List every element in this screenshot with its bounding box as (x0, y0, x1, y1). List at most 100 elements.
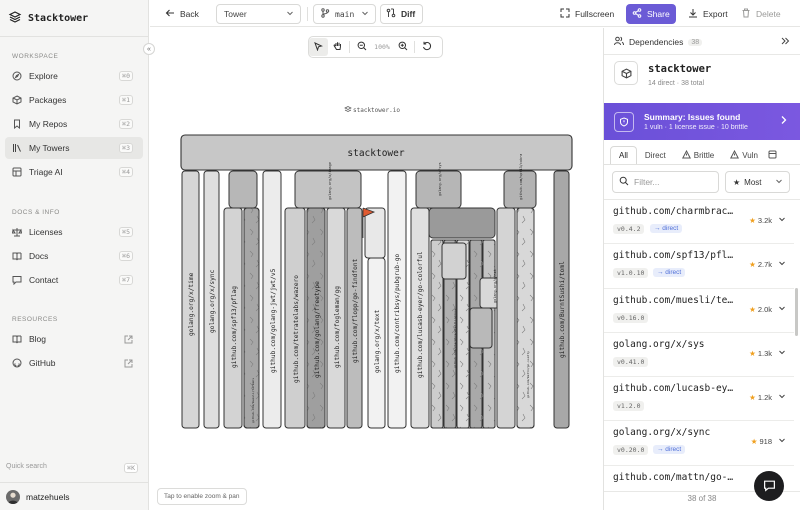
brand-name: Stacktower (28, 12, 89, 24)
star-count: ★ 2.7k (749, 260, 772, 269)
star-icon: ★ (749, 304, 756, 314)
collapse-panel-button[interactable] (780, 36, 790, 48)
block-lipgloss[interactable] (441, 242, 467, 280)
branch-value: main (335, 9, 355, 19)
back-button[interactable]: Back (160, 4, 204, 24)
sidebar-item-contact[interactable]: Contact ⌘7 (5, 269, 143, 291)
chevron-down-icon[interactable] (778, 259, 786, 269)
direct-badge: → direct (653, 445, 686, 455)
dependency-name: github.com/spf13/pflag (613, 250, 738, 262)
chevron-down-icon[interactable] (778, 304, 786, 314)
issues-summary-banner[interactable]: Summary: Issues found 1 vuln · 1 license… (604, 103, 800, 140)
git-branch-icon (320, 8, 330, 20)
share-icon (632, 8, 642, 20)
sidebar-item-label: Licenses (29, 227, 63, 237)
list-item[interactable]: github.com/muesli/termenv v0.16.0 ★2.0k (604, 289, 794, 333)
label-lipgloss: github.com/charmbracelet/lipgloss (453, 308, 457, 368)
sidebar-item-label: Explore (29, 71, 58, 81)
watermark-text: stacktower.io (353, 107, 400, 114)
sidebar-item-github[interactable]: GitHub (5, 352, 143, 374)
download-icon (688, 8, 698, 20)
scrollbar-thumb[interactable] (795, 288, 798, 336)
package-header: stacktower 14 direct · 38 total (614, 61, 711, 87)
sidebar-item-packages[interactable]: Packages ⌘1 (5, 89, 143, 111)
label-fogleman-gg: github.com/fogleman/gg (334, 286, 341, 368)
label-isatty: github.com/mattn/go-isatty (526, 351, 530, 398)
list-item[interactable]: golang.org/x/sync v0.20.0 → direct ★ 918 (604, 421, 794, 466)
bookmark-icon (12, 119, 22, 129)
tab-more[interactable] (766, 146, 779, 164)
sidebar-item-label: GitHub (29, 358, 56, 368)
label-golang-jwt: github.com/golang-jwt/jwt/v5 (270, 268, 277, 373)
block-mattn-isatty[interactable] (428, 207, 496, 239)
brand[interactable]: Stacktower (8, 9, 88, 27)
dependency-name: github.com/mattn/go-isatty (613, 471, 738, 483)
sort-value: Most (744, 177, 762, 187)
user-divider (0, 482, 148, 483)
zoom-pan-hint[interactable]: Tap to enable zoom & pan (157, 488, 247, 505)
user-name: matzehuels (26, 492, 70, 502)
label-golang-image: golang.org/x/image (328, 162, 332, 200)
sidebar-item-my-towers[interactable]: My Towers ⌘3 (5, 137, 143, 159)
tab-direct[interactable]: Direct (637, 146, 674, 164)
tab-vuln[interactable]: Vuln (722, 146, 766, 164)
sidebar-item-my-repos[interactable]: My Repos ⌘2 (5, 113, 143, 135)
tower-root-label: stacktower (347, 148, 404, 159)
tab-label: Direct (644, 150, 666, 160)
tower-blocks (181, 170, 570, 429)
tab-brittle[interactable]: Brittle (674, 146, 722, 164)
quick-search[interactable]: Quick search ⌘K (6, 463, 138, 473)
sidebar-item-docs[interactable]: Docs ⌘6 (5, 245, 143, 267)
list-item[interactable]: github.com/spf13/pflag v1.0.10 → direct … (604, 244, 794, 289)
star-value: 3.2k (757, 216, 772, 225)
block-small-mid[interactable] (364, 207, 386, 259)
sidebar-item-blog[interactable]: Blog (5, 328, 143, 350)
star-count: ★ 1.3k (749, 349, 772, 358)
tab-label: All (619, 151, 628, 160)
shortcut-badge: ⌘0 (119, 71, 133, 81)
block-small-top[interactable] (228, 170, 258, 209)
diff-label: Diff (401, 9, 416, 19)
block-small-low[interactable] (469, 307, 493, 349)
list-item[interactable]: github.com/charmbracelet/lipgloss v0.4.2… (604, 200, 794, 245)
tower-canvas[interactable]: 100% stacktower.io stacktower golang.org… (150, 28, 603, 510)
dependency-name: golang.org/x/sync (613, 427, 711, 439)
tab-all[interactable]: All (610, 146, 637, 164)
star-value: 918 (759, 437, 772, 447)
collapse-sidebar-button[interactable]: « (143, 43, 155, 55)
sidebar-item-explore[interactable]: Explore ⌘0 (5, 65, 143, 87)
users-icon (614, 36, 624, 48)
list-item[interactable]: golang.org/x/sys v0.41.0 ★ 1.3k (604, 333, 794, 378)
sidebar-item-label: Docs (29, 251, 49, 261)
sidebar-item-triage-ai[interactable]: Triage AI ⌘4 (5, 161, 143, 183)
user-menu[interactable]: matzehuels (6, 490, 69, 504)
fullscreen-button[interactable]: Fullscreen (555, 4, 619, 24)
chevron-down-icon[interactable] (778, 348, 786, 358)
dependency-list-scrollbar[interactable] (795, 200, 799, 490)
branch-select[interactable]: main (313, 4, 376, 24)
export-button[interactable]: Export (683, 4, 733, 24)
chevron-down-icon[interactable] (778, 392, 786, 402)
filter-tabs: All Direct Brittle Vuln (610, 146, 779, 164)
star-count: ★ 3.2k (749, 216, 772, 225)
star-count: ★ 2.0k (749, 305, 772, 314)
share-button[interactable]: Share (626, 4, 676, 24)
version-badge: v0.16.0 (613, 312, 649, 323)
chevron-down-icon[interactable] (778, 436, 786, 446)
chevron-down-icon[interactable] (778, 215, 786, 225)
block-col-f[interactable] (496, 207, 516, 429)
view-select[interactable]: Tower (216, 4, 301, 24)
list-item[interactable]: github.com/lucasb-eyer/go-colorful v1.2.… (604, 377, 794, 422)
sort-select[interactable]: ★ Most (725, 171, 790, 193)
chevron-down-icon (775, 177, 783, 187)
chat-button[interactable] (754, 471, 784, 501)
delete-button[interactable]: Delete (736, 4, 786, 24)
star-icon: ★ (749, 216, 756, 225)
sidebar-item-licenses[interactable]: Licenses ⌘5 (5, 221, 143, 243)
filter-input[interactable]: Filter... (612, 171, 719, 193)
label-findfont: github.com/flopp/go-findfont (352, 258, 359, 363)
search-icon (619, 176, 629, 188)
star-value: 2.7k (757, 260, 772, 270)
diff-button[interactable]: Diff (380, 4, 423, 24)
chevrons-right-icon (780, 37, 790, 48)
